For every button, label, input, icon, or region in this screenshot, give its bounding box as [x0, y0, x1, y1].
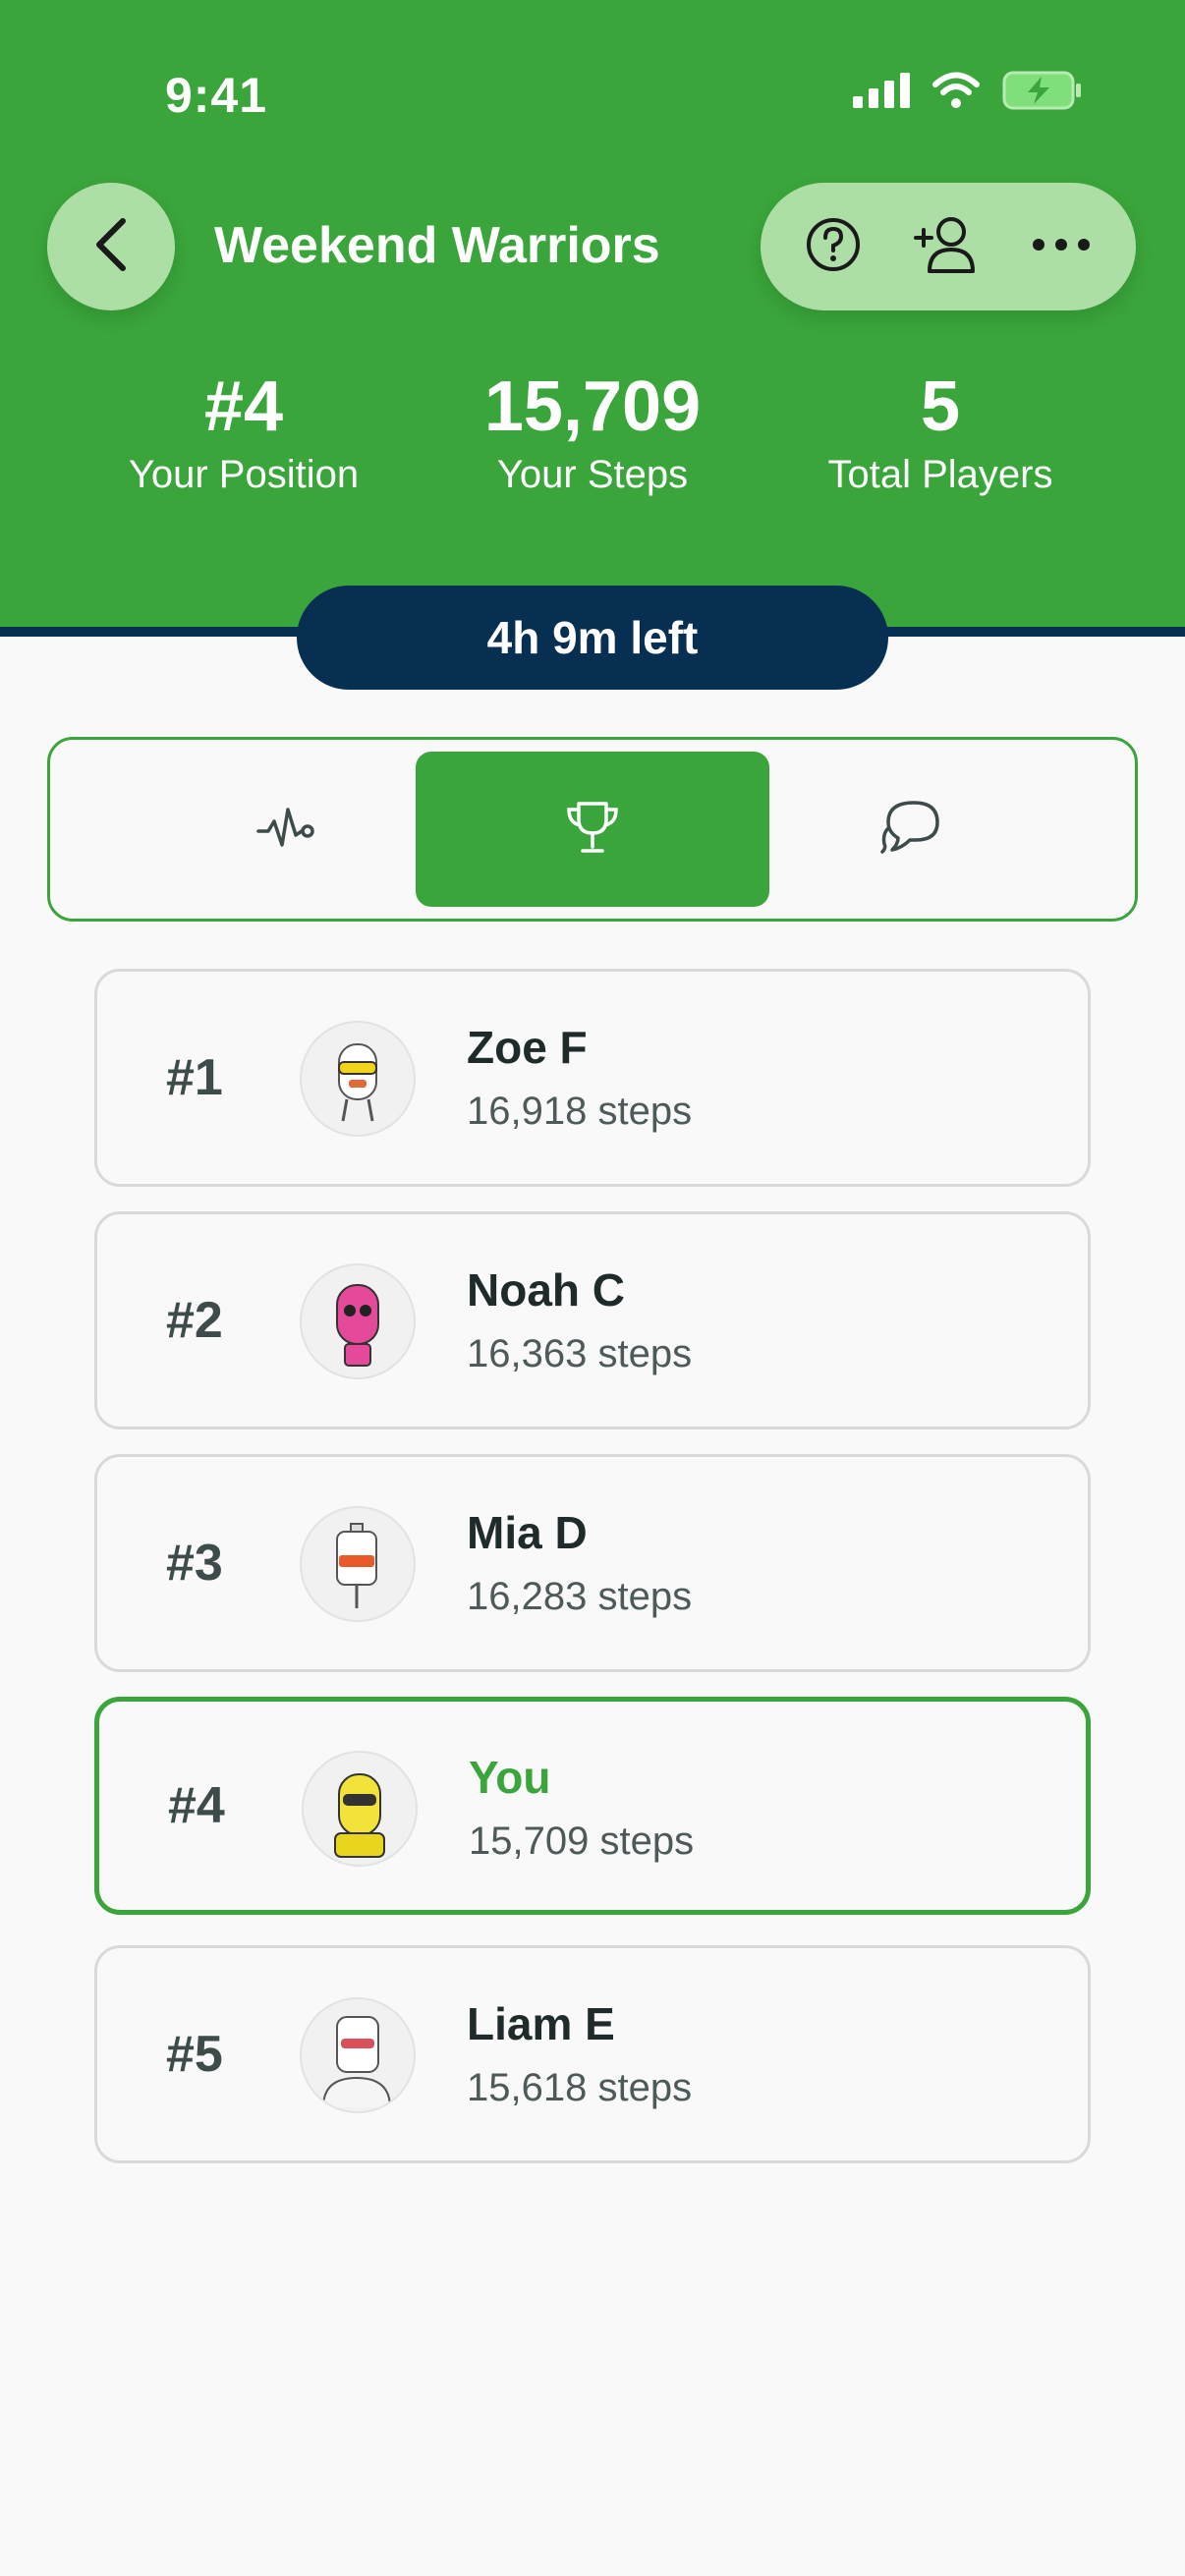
player-name: Mia D [467, 1507, 588, 1558]
tab-leaderboard[interactable] [416, 752, 769, 907]
help-icon[interactable] [805, 216, 862, 278]
time-left-badge: 4h 9m left [297, 586, 888, 690]
tab-chat[interactable] [734, 752, 1088, 907]
tab-bar [47, 737, 1138, 922]
player-name: You [469, 1752, 551, 1803]
signal-icon [853, 73, 910, 113]
leaderboard-row[interactable]: #5 Liam E 15,618 steps [94, 1945, 1091, 2163]
avatar [300, 1021, 416, 1137]
avatar [300, 1997, 416, 2113]
robot-avatar-icon [334, 1773, 385, 1858]
avatar [302, 1751, 418, 1867]
rank-label: #2 [166, 1292, 223, 1349]
player-name: Noah C [467, 1264, 625, 1316]
player-name: Liam E [467, 1998, 615, 2049]
battery-icon [1002, 71, 1083, 115]
activity-icon [256, 800, 315, 860]
robot-avatar-icon [336, 1523, 377, 1608]
rank-label: #4 [168, 1777, 225, 1834]
add-person-icon[interactable] [912, 214, 981, 280]
stat-label: Total Players [827, 453, 1053, 496]
rank-label: #5 [166, 2026, 223, 2083]
player-steps: 16,283 steps [467, 1575, 693, 1618]
robot-avatar-icon [322, 2016, 391, 2108]
avatar [300, 1506, 416, 1622]
leaderboard-row[interactable]: #1 Zoe F 16,918 steps [94, 969, 1091, 1187]
stat-label: Your Steps [496, 453, 689, 496]
stat-value: 15,709 [483, 367, 702, 446]
stat-value: 5 [920, 367, 961, 446]
robot-avatar-icon [336, 1284, 379, 1367]
leaderboard-row-current-user[interactable]: #4 You 15,709 steps [94, 1697, 1091, 1915]
trophy-icon [563, 798, 622, 862]
status-icons [853, 71, 1083, 115]
page-title: Weekend Warriors [214, 217, 660, 274]
header: 9:41 Weekend Warriors #4 Your Position 1… [0, 0, 1185, 627]
stat-position: #4 Your Position [67, 365, 421, 501]
leaderboard-row[interactable]: #2 Noah C 16,363 steps [94, 1211, 1091, 1429]
chevron-left-icon [91, 215, 131, 279]
stat-label: Your Position [128, 453, 360, 496]
player-steps: 16,363 steps [467, 1332, 693, 1375]
leaderboard-row[interactable]: #3 Mia D 16,283 steps [94, 1454, 1091, 1672]
stat-steps: 15,709 Your Steps [416, 365, 769, 501]
tab-activity[interactable] [109, 752, 463, 907]
robot-avatar-icon [338, 1043, 377, 1122]
wifi-icon [931, 72, 981, 114]
header-actions [761, 183, 1136, 310]
stat-players: 5 Total Players [763, 365, 1117, 501]
player-steps: 15,709 steps [469, 1820, 695, 1863]
rank-label: #1 [166, 1049, 223, 1106]
chat-icon [880, 799, 941, 861]
player-steps: 16,918 steps [467, 1090, 693, 1133]
player-name: Zoe F [467, 1022, 588, 1073]
more-icon[interactable] [1031, 237, 1092, 257]
stat-value: #4 [203, 367, 284, 446]
player-steps: 15,618 steps [467, 2066, 693, 2109]
avatar [300, 1263, 416, 1379]
back-button[interactable] [47, 183, 175, 310]
status-time: 9:41 [165, 68, 268, 123]
rank-label: #3 [166, 1535, 223, 1592]
